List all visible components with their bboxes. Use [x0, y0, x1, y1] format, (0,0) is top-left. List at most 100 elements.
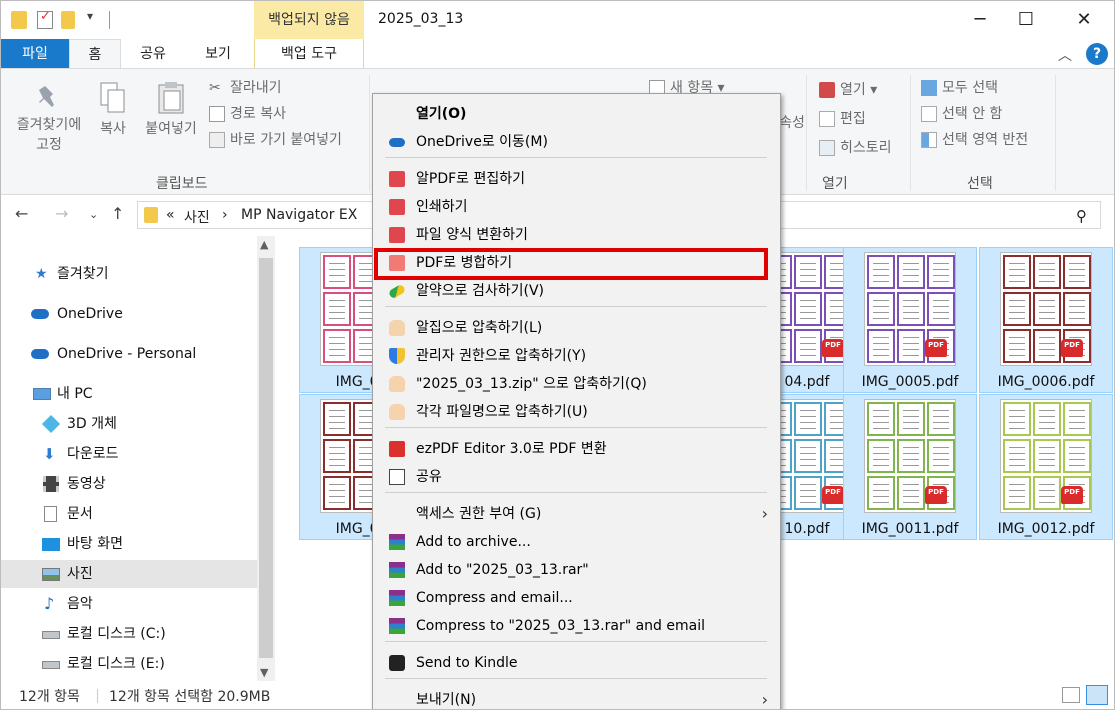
new-folder-icon[interactable]: [61, 11, 75, 29]
tab-backup-tools[interactable]: 백업 도구: [254, 39, 364, 69]
context-menu-item[interactable]: 열기(O): [375, 100, 778, 128]
context-menu-item[interactable]: 관리자 권한으로 압축하기(Y): [375, 342, 778, 370]
close-button[interactable]: ✕: [1061, 1, 1107, 39]
context-menu-item[interactable]: Add to "2025_03_13.rar": [375, 556, 778, 584]
forward-arrow-icon[interactable]: →: [55, 204, 68, 223]
history-label: 히스토리: [840, 140, 892, 156]
details-view-icon[interactable]: [1062, 687, 1080, 703]
nav-item-label: 음악: [67, 596, 93, 612]
back-arrow-icon[interactable]: ←: [15, 204, 28, 223]
context-menu-item[interactable]: 보내기(N) ›: [375, 686, 778, 709]
paste-button[interactable]: 붙여넣기: [139, 81, 203, 139]
tab-file[interactable]: 파일: [1, 39, 69, 69]
invert-selection-button[interactable]: 선택 영역 반전: [921, 128, 1028, 152]
large-icons-view-icon[interactable]: [1086, 685, 1108, 705]
context-menu-item[interactable]: 각각 파일명으로 압축하기(U): [375, 398, 778, 426]
ribbon-collapse-icon[interactable]: ︿: [1058, 45, 1072, 65]
menu-separator: [385, 306, 767, 307]
context-menu-item[interactable]: Compress to "2025_03_13.rar" and email: [375, 612, 778, 640]
maximize-button[interactable]: ☐: [1003, 1, 1049, 39]
help-icon[interactable]: ?: [1086, 43, 1108, 65]
cut-button[interactable]: ✂ 잘라내기: [209, 76, 282, 100]
breadcrumb-overflow[interactable]: «: [166, 207, 175, 223]
nav-item-3d-objects[interactable]: 3D 개체: [1, 410, 257, 438]
cube-icon: [41, 414, 61, 434]
page-preview: [1003, 402, 1031, 436]
winrar-icon: [389, 534, 405, 550]
nav-scrollbar[interactable]: ▲ ▼: [257, 236, 275, 681]
context-menu-label: 알약으로 검사하기(V): [416, 283, 544, 299]
nav-item-label: 3D 개체: [67, 416, 117, 432]
tab-share[interactable]: 공유: [121, 39, 185, 69]
page-preview: [1063, 439, 1091, 473]
cloud-icon: [31, 309, 49, 319]
file-tile[interactable]: PDF IMG_0005.pdf: [843, 247, 977, 393]
context-menu-item[interactable]: 알약으로 검사하기(V): [375, 277, 778, 305]
nav-item-desktop[interactable]: 바탕 화면: [1, 530, 257, 558]
context-menu-item[interactable]: 공유: [375, 463, 778, 491]
page-preview: [897, 402, 925, 436]
edit-button[interactable]: 편집: [819, 107, 866, 131]
context-menu-item[interactable]: Compress and email...: [375, 584, 778, 612]
select-all-button[interactable]: 모두 선택: [921, 76, 998, 100]
nav-item-documents[interactable]: 문서: [1, 500, 257, 528]
scroll-down-icon[interactable]: ▼: [260, 666, 268, 679]
context-menu-item[interactable]: 알집으로 압축하기(L): [375, 314, 778, 342]
nav-item-downloads[interactable]: ⬇ 다운로드: [1, 440, 257, 468]
copy-path-button[interactable]: 경로 복사: [209, 102, 286, 126]
nav-item-onedrive-personal[interactable]: OneDrive - Personal: [1, 340, 257, 368]
up-arrow-icon[interactable]: ↑: [111, 204, 124, 223]
breadcrumb-pictures[interactable]: 사진: [184, 207, 210, 227]
file-tile[interactable]: PDF IMG_0006.pdf: [979, 247, 1113, 393]
context-menu-item[interactable]: 액세스 권한 부여 (G) ›: [375, 500, 778, 528]
nav-item-pictures[interactable]: 사진: [1, 560, 257, 588]
breadcrumb-mp-navigator[interactable]: MP Navigator EX: [241, 207, 357, 223]
paste-shortcut-button[interactable]: 바로 가기 붙여넣기: [209, 128, 342, 152]
nav-item-drive-e[interactable]: 로컬 디스크 (E:): [1, 650, 257, 678]
recent-chevron-down-icon[interactable]: ⌄: [89, 208, 98, 221]
file-tile[interactable]: PDF IMG_0011.pdf: [843, 394, 977, 540]
context-menu-item[interactable]: Add to archive...: [375, 528, 778, 556]
context-menu-item[interactable]: 인쇄하기: [375, 193, 778, 221]
file-tile[interactable]: PDF IMG_0012.pdf: [979, 394, 1113, 540]
scroll-up-icon[interactable]: ▲: [260, 238, 268, 251]
search-icon[interactable]: ⚲: [1076, 207, 1087, 225]
open-button[interactable]: 열기 ▾: [819, 78, 877, 102]
pin-to-quick-access-button[interactable]: 즐겨찾기에 고정: [7, 83, 91, 155]
select-none-icon: [921, 106, 937, 122]
tab-view[interactable]: 보기: [185, 39, 251, 69]
context-menu-item[interactable]: 알PDF로 편집하기: [375, 165, 778, 193]
tab-home[interactable]: 홈: [69, 39, 121, 69]
pdf-badge-icon: PDF: [925, 486, 947, 504]
context-menu-item[interactable]: OneDrive로 이동(M): [375, 128, 778, 156]
nav-item-onedrive[interactable]: OneDrive: [1, 300, 257, 328]
scroll-thumb[interactable]: [259, 258, 273, 658]
nav-item-videos[interactable]: 동영상: [1, 470, 257, 498]
select-none-button[interactable]: 선택 안 함: [921, 102, 1002, 126]
highlight-box: [374, 248, 768, 280]
nav-item-this-pc[interactable]: 내 PC: [1, 380, 257, 408]
context-menu-item[interactable]: ezPDF Editor 3.0로 PDF 변환: [375, 435, 778, 463]
desktop-icon: [42, 538, 60, 551]
nav-item-label: 동영상: [67, 476, 106, 492]
properties-button[interactable]: 속성: [777, 113, 807, 133]
context-menu-item[interactable]: 파일 양식 변환하기: [375, 221, 778, 249]
context-menu-item[interactable]: Send to Kindle: [375, 649, 778, 677]
copy-button[interactable]: 복사: [91, 81, 135, 139]
nav-item-drive-c[interactable]: 로컬 디스크 (C:): [1, 620, 257, 648]
pdf-badge-icon: PDF: [822, 339, 844, 357]
page-preview: [867, 476, 895, 510]
context-menu-item[interactable]: "2025_03_13.zip" 으로 압축하기(Q): [375, 370, 778, 398]
context-menu-label: 파일 양식 변환하기: [416, 227, 528, 243]
onedrive-icon: [389, 138, 405, 147]
nav-item-music[interactable]: ♪ 음악: [1, 590, 257, 618]
page-preview: [897, 255, 925, 289]
nav-item-favorites[interactable]: ★ 즐겨찾기: [1, 260, 257, 288]
history-button[interactable]: 히스토리: [819, 136, 892, 160]
page-preview: [867, 329, 895, 363]
minimize-button[interactable]: ─: [957, 1, 1003, 39]
ribbon-separator: [1055, 75, 1056, 191]
select-all-icon: [921, 80, 937, 96]
qat-customize-button[interactable]: ▾: [87, 9, 103, 27]
properties-check-icon[interactable]: ✓: [37, 9, 53, 29]
